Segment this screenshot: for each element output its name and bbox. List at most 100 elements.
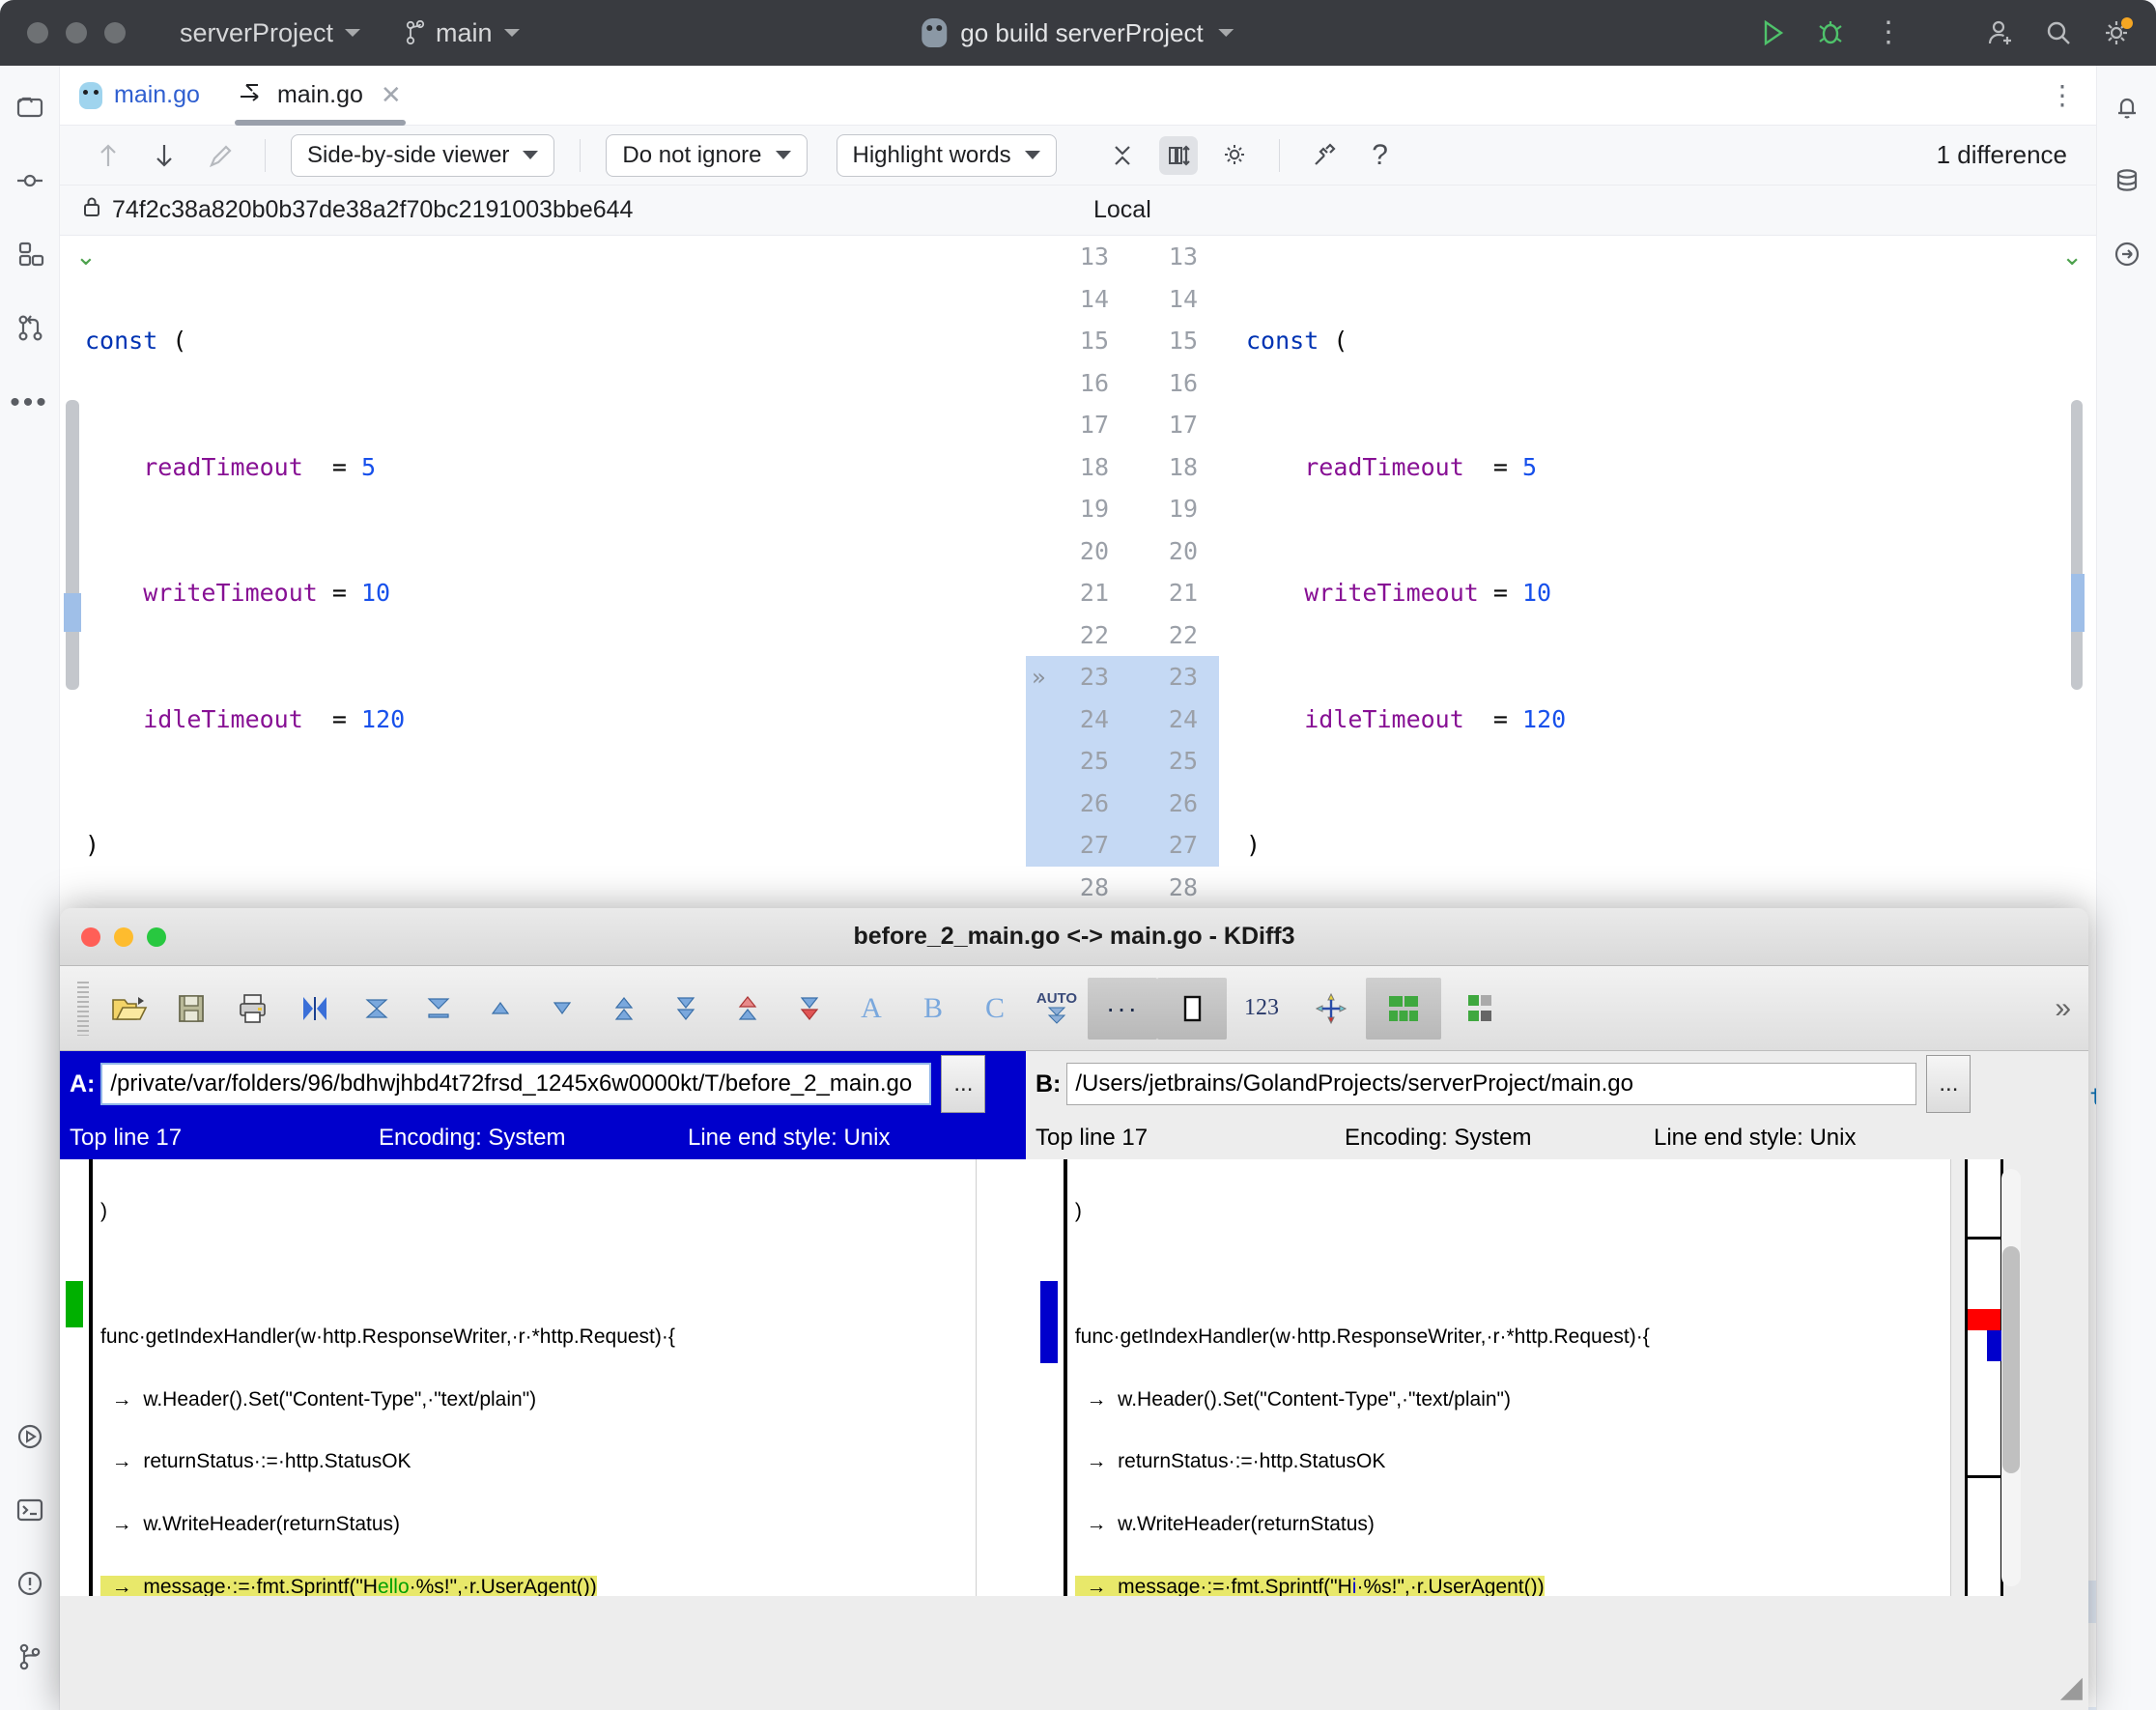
debug-icon[interactable] xyxy=(1816,17,1845,48)
viewer-mode-label: Side-by-side viewer xyxy=(307,142,509,169)
minimize-button[interactable] xyxy=(66,22,87,43)
tab-main-go-editor[interactable]: main.go xyxy=(60,66,219,126)
go-to-next-difference-icon[interactable] xyxy=(531,978,593,1040)
ai-assistant-icon[interactable] xyxy=(2113,240,2142,269)
gear-icon[interactable] xyxy=(2102,17,2131,48)
tab-main-go-diff[interactable]: main.go ✕ xyxy=(219,66,421,126)
show-white-space-characters-icon[interactable] xyxy=(1157,978,1227,1040)
kdiff3-pane-b[interactable]: ) func·getIndexHandler(w·http.ResponseWr… xyxy=(1035,1159,1951,1596)
pull-requests-icon[interactable] xyxy=(14,313,45,342)
open-icon[interactable] xyxy=(99,978,160,1040)
chevron-down-icon xyxy=(1219,29,1234,37)
synchronize-scroll-icon[interactable] xyxy=(1159,136,1198,175)
print-icon[interactable] xyxy=(222,978,284,1040)
choose-a-icon[interactable]: A xyxy=(840,978,902,1040)
diff-toolbar: Side-by-side viewer Do not ignore Highli… xyxy=(60,126,2096,185)
pencil-icon[interactable] xyxy=(201,136,240,175)
external-diff-tool-icon[interactable] xyxy=(1305,136,1344,175)
branch-selector[interactable]: main xyxy=(405,18,520,48)
reload-icon[interactable] xyxy=(284,978,346,1040)
run-configuration-selector[interactable]: go build serverProject xyxy=(922,18,1234,48)
kdiff3-overview-strip[interactable] xyxy=(1951,1159,2088,1596)
lock-icon xyxy=(81,194,102,226)
go-to-last-difference-icon[interactable] xyxy=(408,978,469,1040)
next-difference-button[interactable] xyxy=(145,136,184,175)
ignore-policy-dropdown[interactable]: Do not ignore xyxy=(606,134,807,177)
toggle-split-orientation-icon[interactable] xyxy=(1441,978,1517,1040)
more-tool-windows-icon[interactable]: ••• xyxy=(10,386,49,419)
window-traffic-lights[interactable] xyxy=(27,22,126,43)
show-line-numbers-icon[interactable]: 123 xyxy=(1227,978,1296,1040)
line-number-row: 2727 xyxy=(1026,824,1219,867)
commit-hash: 74f2c38a820b0b37de38a2f70bc2191003bbe644 xyxy=(112,196,633,224)
structure-icon[interactable] xyxy=(14,240,45,269)
panel-b-browse-button[interactable]: ... xyxy=(1926,1055,1971,1113)
notifications-icon[interactable] xyxy=(2113,93,2142,122)
line-number-row: 2222 xyxy=(1026,614,1219,657)
split-diff-view-icon[interactable] xyxy=(1366,978,1441,1040)
kdiff3-titlebar: before_2_main.go <-> main.go - KDiff3 xyxy=(60,908,2088,966)
toolbar-divider xyxy=(1279,139,1280,172)
project-icon[interactable] xyxy=(14,93,45,122)
word-wrap-icon[interactable] xyxy=(1296,978,1366,1040)
previous-difference-button[interactable] xyxy=(89,136,128,175)
help-icon[interactable]: ? xyxy=(1361,136,1400,175)
automatically-solve-icon[interactable]: AUTO xyxy=(1026,978,1088,1040)
panel-b-path-input[interactable]: /Users/jetbrains/GolandProjects/serverPr… xyxy=(1066,1063,1916,1105)
overview-visible-range[interactable] xyxy=(1965,1237,2003,1478)
inspection-ok-icon: ⌄ xyxy=(2061,242,2083,271)
choose-b-icon[interactable]: B xyxy=(902,978,964,1040)
scrollbar-thumb[interactable] xyxy=(2002,1246,2020,1473)
panel-a-browse-button[interactable]: ... xyxy=(941,1055,985,1113)
gear-icon[interactable] xyxy=(1215,136,1254,175)
project-selector[interactable]: serverProject xyxy=(180,18,360,48)
database-icon[interactable] xyxy=(2113,166,2142,195)
close-icon[interactable]: ✕ xyxy=(381,80,402,110)
left-pane-scrollbar[interactable] xyxy=(66,400,79,690)
panel-a-line-end: Line end style: Unix xyxy=(688,1125,890,1152)
diff-file-headers: 74f2c38a820b0b37de38a2f70bc2191003bbe644… xyxy=(60,185,2096,236)
search-icon[interactable] xyxy=(2044,17,2073,48)
apply-change-icon[interactable]: » xyxy=(1032,664,1045,691)
run-icon[interactable] xyxy=(1758,17,1787,48)
run-tool-icon[interactable] xyxy=(15,1422,44,1451)
commit-icon[interactable] xyxy=(14,166,45,195)
toolbar-divider xyxy=(580,139,581,172)
choose-c-icon[interactable]: C xyxy=(964,978,1026,1040)
panel-a-path-input[interactable]: /private/var/folders/96/bdhwjhbd4t72frsd… xyxy=(100,1063,931,1105)
go-to-previous-difference-icon[interactable] xyxy=(469,978,531,1040)
right-pane-change-marker xyxy=(2071,400,2083,690)
go-to-first-difference-icon[interactable] xyxy=(346,978,408,1040)
toolbar-overflow-icon[interactable]: » xyxy=(2055,992,2071,1025)
panel-a-encoding: Encoding: System xyxy=(379,1125,688,1152)
ignore-policy-label: Do not ignore xyxy=(622,142,761,169)
highlight-policy-dropdown[interactable]: Highlight words xyxy=(837,134,1057,177)
show-white-space-icon[interactable]: ··· xyxy=(1088,978,1157,1040)
go-to-next-conflict-icon[interactable] xyxy=(655,978,717,1040)
add-user-icon[interactable] xyxy=(1986,17,2015,48)
kdiff3-toolbar: A B C AUTO ··· 123 xyxy=(60,966,2088,1051)
resize-grip-icon[interactable]: ◢ xyxy=(2060,1670,2083,1704)
problems-icon[interactable] xyxy=(15,1569,44,1598)
go-to-next-unsolved-conflict-icon[interactable] xyxy=(779,978,840,1040)
zoom-button[interactable] xyxy=(104,22,126,43)
go-to-previous-conflict-icon[interactable] xyxy=(593,978,655,1040)
kdiff3-pane-a[interactable]: ) func·getIndexHandler(w·http.ResponseWr… xyxy=(60,1159,977,1596)
terminal-icon[interactable] xyxy=(15,1496,44,1525)
line-number-row: 1616 xyxy=(1026,362,1219,405)
go-to-previous-unsolved-conflict-icon[interactable] xyxy=(717,978,779,1040)
line-number-row: 2020 xyxy=(1026,530,1219,573)
close-button[interactable] xyxy=(27,22,48,43)
save-icon[interactable] xyxy=(160,978,222,1040)
more-vertical-icon[interactable]: ⋮ xyxy=(1874,26,1903,40)
collapse-unchanged-fragments-button[interactable] xyxy=(1103,136,1142,175)
toolbar-divider xyxy=(265,139,266,172)
tab-options-icon[interactable]: ⋮ xyxy=(2049,79,2077,111)
update-badge xyxy=(2121,17,2133,29)
panel-b-line-end: Line end style: Unix xyxy=(1654,1125,1856,1152)
git-icon[interactable] xyxy=(15,1642,44,1671)
kdiff3-vertical-scrollbar[interactable] xyxy=(2001,1169,2021,1586)
viewer-mode-dropdown[interactable]: Side-by-side viewer xyxy=(291,134,554,177)
toolbar-drag-handle[interactable] xyxy=(77,982,89,1036)
panel-a-summary-column xyxy=(60,1159,85,1596)
